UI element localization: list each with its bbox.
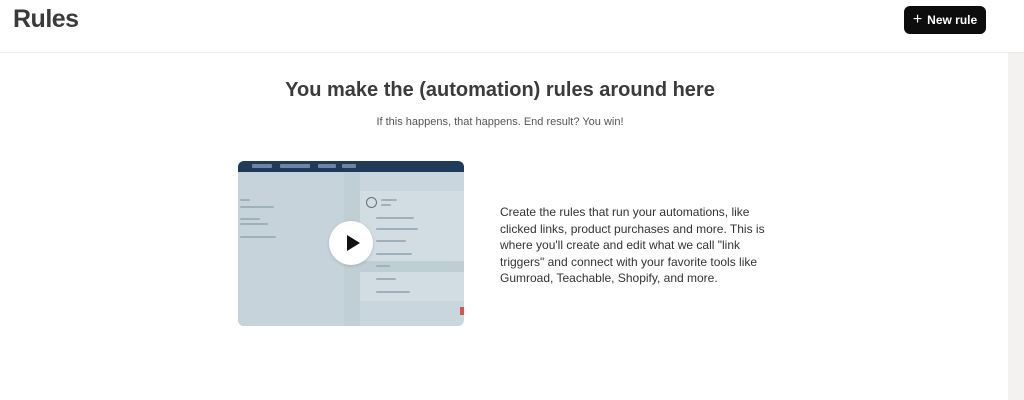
video-preview-line [376,228,418,230]
empty-state-title: You make the (automation) rules around h… [285,79,715,101]
video-preview-gear-icon [366,197,377,208]
video-preview-line [376,253,412,255]
video-preview-line [240,236,276,238]
video-preview-line [240,223,268,225]
video-preview-left-panel [238,172,344,326]
plus-icon: + [912,10,923,28]
video-preview-header [238,161,464,172]
top-bar: Rules + New rule [0,0,1024,53]
video-preview-line [376,217,414,219]
page-title: Rules [13,5,79,33]
new-rule-button[interactable]: + New rule [904,6,986,34]
video-preview-tab [252,164,272,168]
video-preview-line [376,240,406,242]
tutorial-video-thumbnail[interactable] [238,161,464,326]
video-preview-line [381,199,397,201]
play-button[interactable] [329,221,373,265]
video-preview-tab [318,164,336,168]
empty-state-subtitle: If this happens, that happens. End resul… [376,116,624,128]
video-preview-line [376,291,410,293]
rules-description: Create the rules that run your automatio… [500,205,765,285]
video-preview-line [240,206,274,208]
play-icon [346,235,360,251]
video-preview-tab [280,164,310,168]
new-rule-label: New rule [927,13,978,27]
video-preview-line [240,218,260,220]
scrollbar-track[interactable] [1008,53,1024,400]
video-preview-red-marker [460,307,464,315]
video-preview-line [240,199,250,201]
video-preview-line [381,204,391,206]
video-preview-tab [342,164,356,168]
video-preview-right-panel [360,191,464,301]
video-preview-line [376,265,390,267]
video-preview-line [376,278,396,280]
